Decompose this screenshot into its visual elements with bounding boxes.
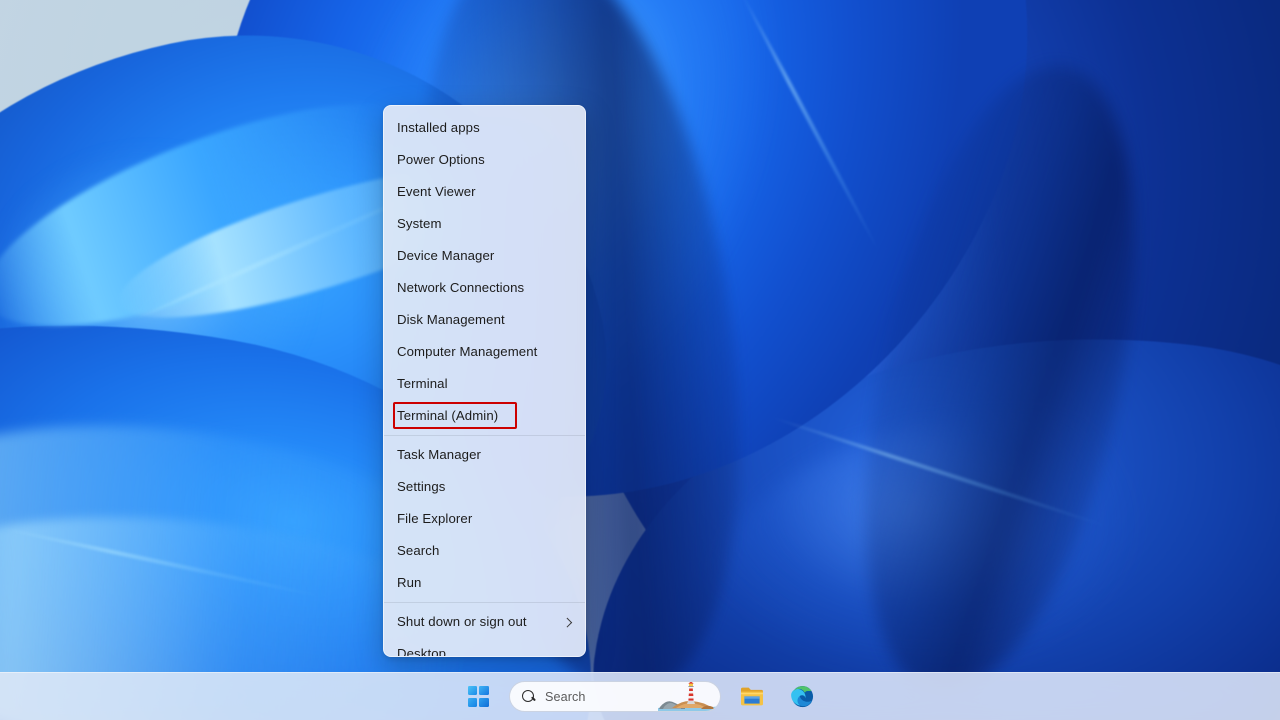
windows-logo-icon [468,686,489,707]
menu-item-label: Power Options [397,153,573,166]
taskbar-search-box[interactable]: Search [509,681,721,712]
menu-item-settings[interactable]: Settings [384,471,585,503]
menu-item-label: Search [397,544,573,557]
menu-item-computer-management[interactable]: Computer Management [384,336,585,368]
menu-item-task-manager[interactable]: Task Manager [384,439,585,471]
menu-item-disk-management[interactable]: Disk Management [384,304,585,336]
menu-item-label: Event Viewer [397,185,573,198]
menu-item-network-connections[interactable]: Network Connections [384,272,585,304]
taskbar-center-group: Search [459,678,821,716]
menu-item-search[interactable]: Search [384,535,585,567]
menu-item-label: System [397,217,573,230]
taskbar-app-file-explorer[interactable] [733,678,771,716]
menu-item-terminal-admin[interactable]: Terminal (Admin) [384,400,585,432]
menu-item-label: Run [397,576,573,589]
menu-item-label: Terminal (Admin) [397,409,573,422]
menu-item-power-options[interactable]: Power Options [384,144,585,176]
menu-item-label: File Explorer [397,512,573,525]
search-input[interactable]: Search [545,690,586,704]
menu-item-label: Terminal [397,377,573,390]
file-explorer-icon [740,686,764,707]
taskbar-app-microsoft-edge[interactable] [783,678,821,716]
lighthouse-illustration-icon [658,682,720,711]
menu-item-device-manager[interactable]: Device Manager [384,240,585,272]
menu-item-event-viewer[interactable]: Event Viewer [384,176,585,208]
menu-item-shut-down-or-sign-out[interactable]: Shut down or sign out [384,606,585,638]
menu-item-desktop[interactable]: Desktop [384,638,585,657]
menu-item-terminal[interactable]: Terminal [384,368,585,400]
menu-item-label: Desktop [397,647,573,657]
menu-separator-1 [384,435,585,436]
taskbar[interactable]: Search [0,672,1280,720]
menu-item-label: Network Connections [397,281,573,294]
menu-item-file-explorer[interactable]: File Explorer [384,503,585,535]
menu-item-system[interactable]: System [384,208,585,240]
menu-separator-2 [384,602,585,603]
microsoft-edge-icon [791,685,814,708]
start-button[interactable] [459,678,497,716]
menu-item-label: Installed apps [397,121,573,134]
menu-item-installed-apps[interactable]: Installed apps [384,112,585,144]
menu-item-label: Settings [397,480,573,493]
chevron-right-icon [563,617,573,627]
search-icon [522,690,536,704]
menu-item-label: Disk Management [397,313,573,326]
menu-item-label: Computer Management [397,345,573,358]
menu-item-label: Shut down or sign out [397,615,557,628]
desktop[interactable]: Installed apps Power Options Event Viewe… [0,0,1280,720]
menu-item-label: Task Manager [397,448,573,461]
menu-item-run[interactable]: Run [384,567,585,599]
menu-item-label: Device Manager [397,249,573,262]
quick-link-menu[interactable]: Installed apps Power Options Event Viewe… [383,105,586,657]
